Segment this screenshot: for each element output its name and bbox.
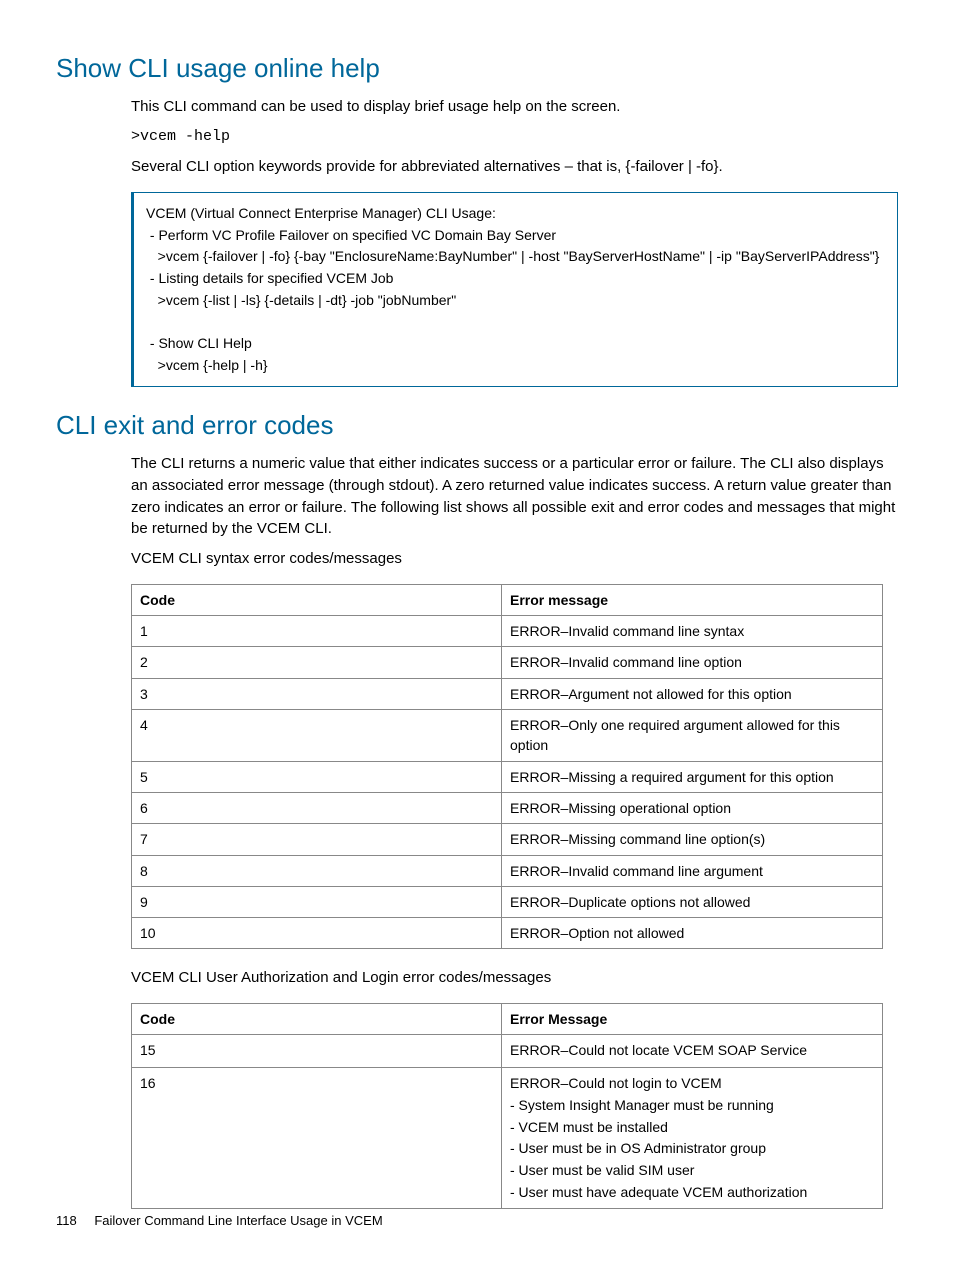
- table-row: 2ERROR–Invalid command line option: [132, 647, 883, 678]
- table-row: 15ERROR–Could not locate VCEM SOAP Servi…: [132, 1035, 883, 1068]
- message-cell: ERROR–Missing command line option(s): [502, 824, 883, 855]
- after-command-text: Several CLI option keywords provide for …: [131, 156, 898, 178]
- table2-header-code: Code: [132, 1004, 502, 1035]
- table1-header-code: Code: [132, 584, 502, 615]
- message-cell: ERROR–Invalid command line argument: [502, 855, 883, 886]
- table-row: 3ERROR–Argument not allowed for this opt…: [132, 678, 883, 709]
- table-row: 5ERROR–Missing a required argument for t…: [132, 761, 883, 792]
- page-number: 118: [56, 1213, 77, 1228]
- table-row: 4ERROR–Only one required argument allowe…: [132, 710, 883, 762]
- message-cell: ERROR–Invalid command line syntax: [502, 616, 883, 647]
- message-cell: ERROR–Option not allowed: [502, 918, 883, 949]
- table-row: 6ERROR–Missing operational option: [132, 792, 883, 823]
- code-cell: 9: [132, 886, 502, 917]
- code-cell: 8: [132, 855, 502, 886]
- message-cell: ERROR–Missing a required argument for th…: [502, 761, 883, 792]
- cli-usage-box: VCEM (Virtual Connect Enterprise Manager…: [131, 192, 898, 388]
- message-cell: ERROR–Only one required argument allowed…: [502, 710, 883, 762]
- code-cell: 10: [132, 918, 502, 949]
- table-row: 1ERROR–Invalid command line syntax: [132, 616, 883, 647]
- code-cell: 1: [132, 616, 502, 647]
- message-cell: ERROR–Invalid command line option: [502, 647, 883, 678]
- table2-header-msg: Error Message: [502, 1004, 883, 1035]
- code-cell: 15: [132, 1035, 502, 1068]
- table-row: 10ERROR–Option not allowed: [132, 918, 883, 949]
- exit-codes-intro: The CLI returns a numeric value that eit…: [131, 453, 898, 540]
- code-cell: 6: [132, 792, 502, 823]
- message-cell: ERROR–Could not locate VCEM SOAP Service: [502, 1035, 883, 1068]
- table-row: 16ERROR–Could not login to VCEM- System …: [132, 1068, 883, 1209]
- heading-show-cli-usage: Show CLI usage online help: [56, 50, 898, 88]
- message-cell: ERROR–Duplicate options not allowed: [502, 886, 883, 917]
- table1-header-msg: Error message: [502, 584, 883, 615]
- code-cell: 5: [132, 761, 502, 792]
- code-cell: 16: [132, 1068, 502, 1209]
- chapter-title: Failover Command Line Interface Usage in…: [94, 1213, 382, 1228]
- example-command: >vcem -help: [131, 128, 230, 145]
- heading-cli-exit-codes: CLI exit and error codes: [56, 407, 898, 445]
- auth-error-table: Code Error Message 15ERROR–Could not loc…: [131, 1003, 883, 1209]
- message-cell: ERROR–Argument not allowed for this opti…: [502, 678, 883, 709]
- table1-caption: VCEM CLI syntax error codes/messages: [131, 548, 898, 570]
- code-cell: 4: [132, 710, 502, 762]
- intro-text: This CLI command can be used to display …: [131, 96, 898, 118]
- table-row: 9ERROR–Duplicate options not allowed: [132, 886, 883, 917]
- code-cell: 3: [132, 678, 502, 709]
- table2-caption: VCEM CLI User Authorization and Login er…: [131, 967, 898, 989]
- message-cell: ERROR–Could not login to VCEM- System In…: [502, 1068, 883, 1209]
- table-row: 8ERROR–Invalid command line argument: [132, 855, 883, 886]
- message-cell: ERROR–Missing operational option: [502, 792, 883, 823]
- code-cell: 2: [132, 647, 502, 678]
- code-cell: 7: [132, 824, 502, 855]
- table-row: 7ERROR–Missing command line option(s): [132, 824, 883, 855]
- page-footer: 118 Failover Command Line Interface Usag…: [56, 1212, 383, 1231]
- syntax-error-table: Code Error message 1ERROR–Invalid comman…: [131, 584, 883, 950]
